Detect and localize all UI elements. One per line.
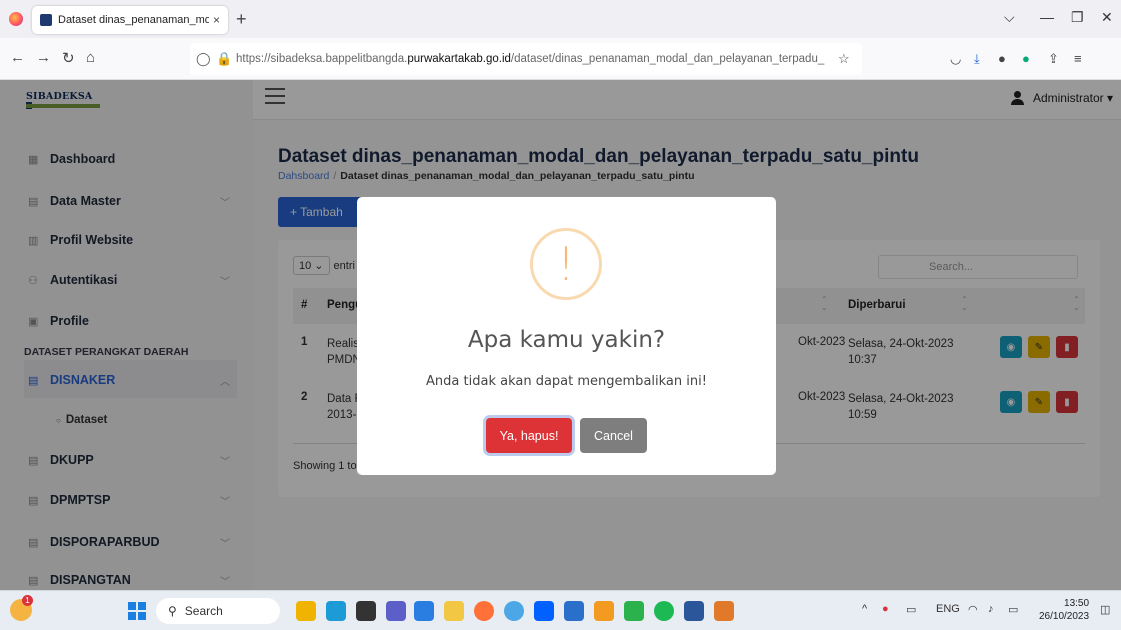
- bookmark-star-icon[interactable]: ☆: [838, 51, 850, 67]
- browser-nav-bar: ← → ↻ ⌂ https://sibadeksa.bappelitbangda…: [0, 38, 1121, 80]
- widget-app-icon[interactable]: [296, 601, 316, 621]
- app-icon[interactable]: [624, 601, 644, 621]
- download-icon[interactable]: ⤓: [974, 51, 980, 67]
- keyboard-icon[interactable]: ▭: [906, 603, 916, 616]
- share-icon[interactable]: ⇪: [1048, 51, 1059, 67]
- url-path: /dataset/dinas_penanaman_modal_dan_pelay…: [510, 53, 825, 65]
- language-indicator[interactable]: ENG: [936, 603, 960, 615]
- search-icon: ⚲: [168, 604, 177, 618]
- url-prefix: https://sibadeksa.bappelitbangda.: [236, 53, 408, 65]
- back-icon[interactable]: ←: [10, 49, 25, 66]
- browser-tab[interactable]: Dataset dinas_penanaman_moc ×: [32, 6, 228, 34]
- menu-icon[interactable]: ≡: [1074, 51, 1082, 66]
- confirm-dialog: ! Apa kamu yakin? Anda tidak akan dapat …: [357, 197, 776, 475]
- clock[interactable]: 13:50 26/10/2023: [1039, 597, 1089, 623]
- word-icon[interactable]: [684, 601, 704, 621]
- browser-tab-bar: Dataset dinas_penanaman_moc × + ⌵ — ❐ ✕: [0, 0, 1121, 38]
- battery-icon[interactable]: ▭: [1008, 603, 1018, 616]
- dropbox-icon[interactable]: [534, 601, 554, 621]
- app-icon[interactable]: [714, 601, 734, 621]
- tab-title: Dataset dinas_penanaman_moc: [58, 14, 209, 26]
- home-icon[interactable]: ⌂: [86, 49, 95, 66]
- taskbar: 1 ⚲ Search ^ ● ▭ ENG ◠ ♪ ▭ 13:50 26/10/20…: [0, 590, 1121, 630]
- restore-icon[interactable]: ❐: [1071, 9, 1084, 26]
- warning-icon: !: [530, 228, 602, 300]
- cancel-button[interactable]: Cancel: [580, 418, 647, 453]
- tab-list-chevron-icon[interactable]: ⌵: [1004, 9, 1015, 26]
- todo-icon[interactable]: [414, 601, 434, 621]
- volume-icon[interactable]: ♪: [988, 603, 994, 615]
- extension-a-icon[interactable]: ●: [1022, 51, 1030, 66]
- amazon-icon[interactable]: [594, 601, 614, 621]
- file-explorer-icon[interactable]: [444, 601, 464, 621]
- firefox-logo-icon: [9, 12, 23, 26]
- taskbar-search[interactable]: ⚲ Search: [156, 598, 280, 624]
- spotify-icon[interactable]: [654, 601, 674, 621]
- dialog-title: Apa kamu yakin?: [467, 327, 666, 353]
- window-close-icon[interactable]: ✕: [1101, 9, 1113, 26]
- clock-date: 26/10/2023: [1039, 611, 1090, 622]
- site-favicon-icon: [40, 14, 52, 26]
- reload-icon[interactable]: ↻: [62, 49, 75, 67]
- minimize-icon[interactable]: —: [1040, 9, 1054, 25]
- tab-close-icon[interactable]: ×: [213, 13, 220, 27]
- teams-icon[interactable]: [386, 601, 406, 621]
- app-icon[interactable]: [504, 601, 524, 621]
- windows-start-icon[interactable]: [128, 602, 146, 620]
- chrome-tray-icon[interactable]: ●: [882, 603, 889, 615]
- pocket-icon[interactable]: ◡: [950, 51, 961, 67]
- wifi-icon[interactable]: ◠: [968, 603, 978, 616]
- app-icon[interactable]: [326, 601, 346, 621]
- lock-icon[interactable]: 🔒: [216, 51, 232, 67]
- extension-s-icon[interactable]: ●: [998, 51, 1006, 66]
- notification-badge: 1: [22, 595, 33, 606]
- app-icon[interactable]: [356, 601, 376, 621]
- clock-time: 13:50: [1064, 598, 1090, 609]
- taskbar-search-label: Search: [184, 604, 223, 618]
- firefox-icon[interactable]: [474, 601, 494, 621]
- new-tab-button[interactable]: +: [236, 9, 247, 30]
- shield-icon[interactable]: ◯: [196, 51, 211, 67]
- confirm-delete-button[interactable]: Ya, hapus!: [486, 418, 572, 453]
- url-domain: purwakartakab.go.id: [407, 53, 511, 65]
- dialog-text: Anda tidak akan dapat mengembalikan ini!: [426, 374, 707, 389]
- url-bar[interactable]: https://sibadeksa.bappelitbangda. purwaka…: [190, 43, 862, 75]
- notification-bell-icon[interactable]: ◫: [1100, 603, 1110, 616]
- tray-expand-icon[interactable]: ^: [862, 603, 867, 615]
- forward-icon[interactable]: →: [36, 49, 51, 66]
- store-icon[interactable]: [564, 601, 584, 621]
